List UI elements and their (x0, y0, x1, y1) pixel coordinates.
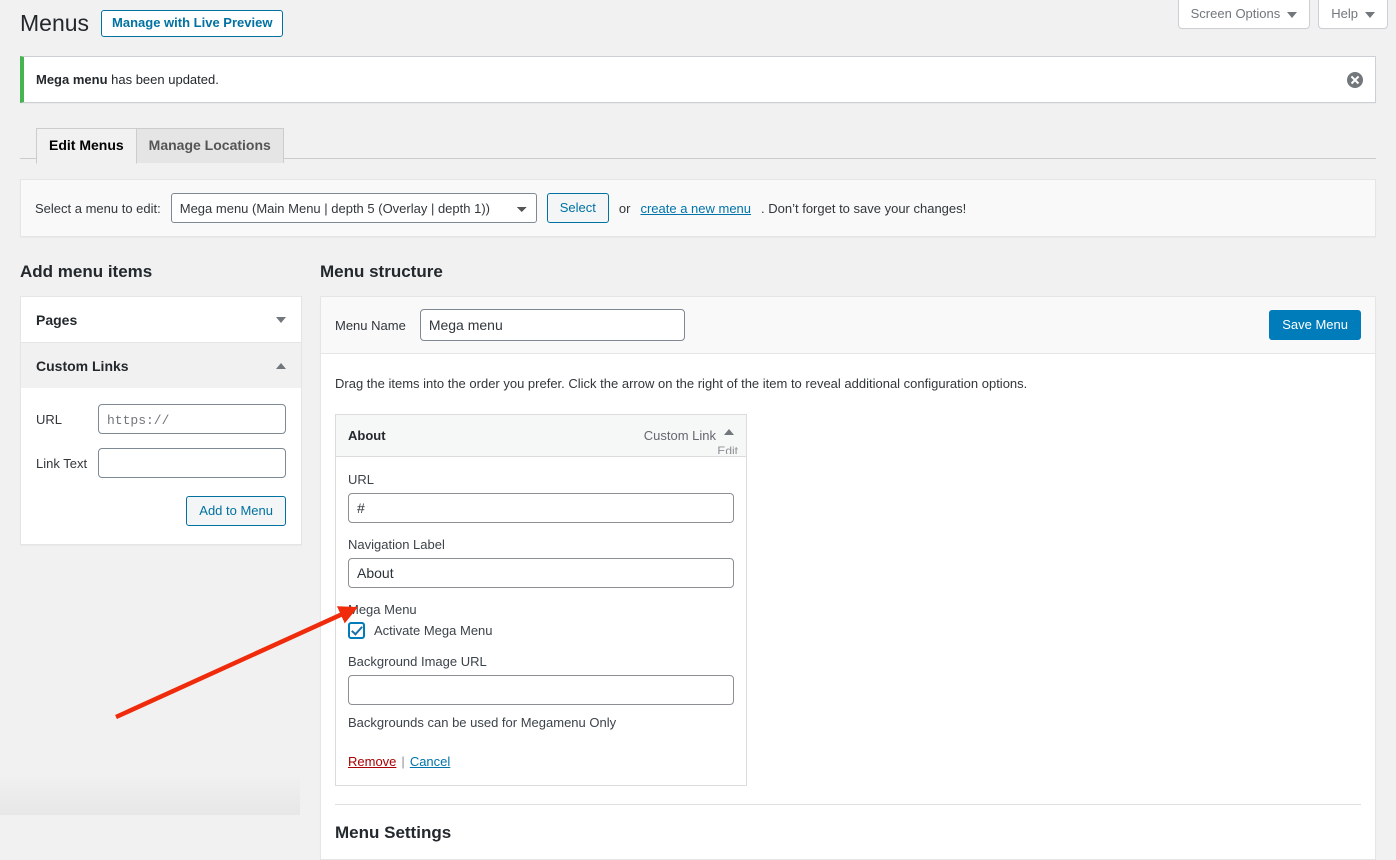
menu-item-type-label: Custom Link (643, 427, 716, 443)
drag-hint-text: Drag the items into the order you prefer… (335, 376, 1028, 391)
custom-link-actions: Add to Menu (36, 496, 286, 526)
menu-item-nav-label-input[interactable] (348, 557, 734, 588)
activate-mega-menu-checkbox[interactable] (348, 621, 365, 639)
add-to-menu-button[interactable]: Add to Menu (186, 496, 286, 526)
accordion-title-custom-links: Custom Links (36, 357, 129, 374)
background-image-url-input[interactable] (348, 674, 734, 705)
menu-select-dropdown[interactable]: Mega menu (Main Menu | depth 5 (Overlay … (170, 193, 537, 223)
menu-settings-heading: Menu Settings (335, 822, 452, 842)
chevron-down-icon (276, 316, 286, 323)
menu-structure-heading: Menu structure (320, 262, 443, 281)
menus-columns: Add menu items Pages Custom Links URL ht… (20, 261, 1376, 860)
menu-item-url-label: URL (348, 471, 375, 487)
custom-link-url-label: URL (36, 411, 63, 427)
dismiss-circle-icon (1347, 71, 1363, 88)
menu-name-input[interactable] (419, 309, 685, 341)
menu-name-label: Menu Name (335, 317, 406, 333)
menu-item-url-input[interactable] (348, 492, 734, 523)
menu-name-bar: Menu Name Save Menu (321, 297, 1375, 354)
nav-tabs: Edit Menus Manage Locations (20, 127, 1376, 164)
save-menu-button[interactable]: Save Menu (1269, 310, 1361, 340)
add-items-accordion: Pages Custom Links URL https:// Link Tex… (20, 296, 302, 545)
menu-item-edit-label[interactable]: Edit (717, 444, 738, 454)
background-image-url-label: Background Image URL (348, 653, 487, 669)
custom-link-text-row: Link Text (36, 448, 286, 478)
chevron-up-icon (276, 362, 286, 369)
menu-item-handle[interactable]: About Custom Link Edit (336, 414, 746, 457)
menu-item-settings: URL Navigation Label Mega Menu Activate … (336, 456, 746, 785)
action-separator: | (401, 753, 405, 769)
or-text: or (618, 200, 631, 216)
mega-menu-group-label: Mega Menu (348, 601, 417, 617)
add-menu-items-column: Add menu items Pages Custom Links URL ht… (20, 261, 302, 545)
menu-structure-body: Drag the items into the order you prefer… (321, 354, 1375, 859)
custom-links-form: URL Link Text Add to Menu (21, 388, 301, 544)
help-button[interactable]: Help (1318, 0, 1388, 29)
admin-page-wrap: Menus Manage with Live Preview Mega menu… (0, 0, 1396, 860)
menu-structure-column: Menu structure Menu Name Save Menu Drag … (320, 261, 1376, 860)
notice-text: Mega menu has been updated. (36, 69, 1335, 91)
menu-structure-panel: Menu Name Save Menu Drag the items into … (320, 296, 1376, 860)
remove-menu-item-link[interactable]: Remove (348, 754, 396, 769)
updated-notice: Mega menu has been updated. (20, 56, 1376, 103)
select-menu-button[interactable]: Select (546, 193, 609, 223)
activate-mega-menu-label: Activate Mega Menu (374, 622, 493, 638)
page-title: Menus (20, 10, 90, 36)
custom-link-text-label: Link Text (36, 455, 88, 471)
menu-select-label: Select a menu to edit: (35, 200, 161, 216)
tab-edit-menus[interactable]: Edit Menus (36, 128, 137, 164)
background-help-text: Backgrounds can be used for Megamenu Onl… (348, 714, 617, 730)
menu-item-nav-label-label: Navigation Label (348, 536, 445, 552)
chevron-up-icon[interactable] (724, 428, 734, 435)
screen-options-label: Screen Options (1190, 6, 1281, 21)
tab-manage-locations[interactable]: Manage Locations (135, 128, 284, 163)
accordion-section-pages: Pages (21, 297, 301, 343)
accordion-section-custom-links: Custom Links URL Link Text A (21, 343, 301, 544)
custom-link-text-input[interactable] (98, 448, 286, 478)
page-header: Menus Manage with Live Preview (20, 0, 1376, 38)
panel-divider (335, 803, 1361, 805)
help-label: Help (1331, 6, 1358, 21)
menu-item-actions: Remove | Cancel (348, 754, 734, 769)
admin-top-buttons: Screen Options Help (1177, 0, 1388, 29)
notice-menu-name: Mega menu (36, 72, 108, 87)
activate-mega-menu-row[interactable]: Activate Mega Menu (348, 621, 734, 639)
menu-item-about[interactable]: About Custom Link Edit URL Navigation La… (335, 413, 747, 786)
notice-message: has been updated. (107, 72, 219, 87)
accordion-toggle-pages[interactable]: Pages (21, 297, 301, 342)
cancel-edit-link[interactable]: Cancel (410, 754, 450, 769)
menu-select-bar: Select a menu to edit: Mega menu (Main M… (20, 179, 1376, 237)
chevron-down-icon (1365, 11, 1375, 18)
custom-link-url-input[interactable] (98, 404, 286, 434)
create-new-menu-link[interactable]: create a new menu (640, 201, 751, 216)
add-menu-items-heading: Add menu items (20, 262, 153, 281)
accordion-toggle-custom-links[interactable]: Custom Links (21, 343, 301, 388)
manage-with-live-preview-button[interactable]: Manage with Live Preview (101, 10, 284, 37)
accordion-title-pages: Pages (36, 311, 78, 328)
custom-link-url-row: URL (36, 404, 286, 434)
chevron-down-icon (1287, 11, 1298, 18)
menu-item-title: About (348, 427, 386, 443)
save-changes-hint: . Don’t forget to save your changes! (761, 200, 967, 216)
screen-options-button[interactable]: Screen Options (1177, 0, 1311, 29)
notice-dismiss-button[interactable] (1336, 57, 1374, 102)
